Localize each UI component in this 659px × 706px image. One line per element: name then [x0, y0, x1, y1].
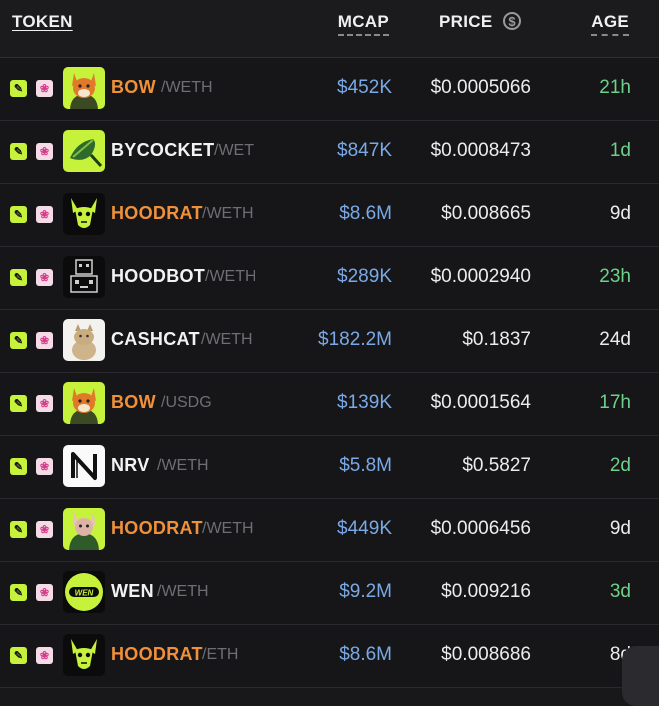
unicorn-dex-icon: ❀ — [36, 143, 53, 160]
pair-quote: /WETH — [205, 268, 255, 285]
token-symbol[interactable]: HOODRAT — [111, 644, 203, 665]
unicorn-dex-icon: ❀ — [36, 458, 53, 475]
quill-badge-icon: ✎ — [10, 584, 27, 601]
token-price: $0.008686 — [441, 644, 531, 665]
token-column-header[interactable]: TOKEN — [12, 12, 73, 32]
market-cap: $847K — [337, 140, 392, 161]
market-cap: $452K — [337, 77, 392, 98]
table-row[interactable]: ✎ ❀ NRV/WETH $5.8M $0.5827 2d — [0, 436, 659, 499]
token-age: 2d — [609, 455, 631, 476]
token-symbol[interactable]: NRV — [111, 455, 150, 476]
token-age: 9d — [609, 203, 631, 224]
unicorn-dex-icon: ❀ — [36, 521, 53, 538]
unicorn-dex-icon: ❀ — [36, 584, 53, 601]
table-row[interactable]: ✎ ❀ WEN WEN/WETH $9.2M $0.009216 3d — [0, 562, 659, 625]
unicorn-dex-icon: ❀ — [36, 332, 53, 349]
market-cap: $449K — [337, 518, 392, 539]
unicorn-dex-icon: ❀ — [36, 269, 53, 286]
table-row[interactable]: ✎ ❀ BYCOCKET/WET $847K $0.0008473 1d — [0, 121, 659, 184]
market-cap: $9.2M — [339, 581, 392, 602]
token-price: $0.0008473 — [430, 140, 531, 161]
quill-badge-icon: ✎ — [10, 80, 27, 97]
pair-quote: /WETH — [161, 79, 213, 96]
quill-badge-icon: ✎ — [10, 269, 27, 286]
pair-quote: /USDG — [161, 394, 212, 411]
token-age: 9d — [609, 518, 631, 539]
table-row[interactable]: ✎ ❀ HOODRAT/WETH $449K $0.0006456 9d — [0, 499, 659, 562]
token-price: $0.0001564 — [430, 392, 531, 413]
quill-badge-icon: ✎ — [10, 143, 27, 160]
table-row[interactable]: ✎ ❀ HOODBOT/WETH $289K $0.0002940 23h — [0, 247, 659, 310]
token-list: ✎ ❀ BOW/WETH $452K $0.0005066 21h ✎ ❀ BYCOCKET/W… — [0, 58, 659, 688]
token-symbol[interactable]: BYCOCKET — [111, 140, 214, 161]
token-price: $0.009216 — [441, 581, 531, 602]
market-cap: $139K — [337, 392, 392, 413]
token-symbol[interactable]: HOODRAT — [111, 518, 203, 539]
market-cap: $182.2M — [318, 329, 392, 350]
quill-badge-icon: ✎ — [10, 647, 27, 664]
nrv-logo-icon — [63, 445, 105, 487]
market-cap: $8.6M — [339, 203, 392, 224]
table-row[interactable]: ✎ ❀ BOW/USDG $139K $0.0001564 17h — [0, 373, 659, 436]
token-symbol[interactable]: WEN — [111, 581, 154, 602]
wen-coin-icon: WEN — [63, 571, 105, 613]
token-price: $0.0002940 — [430, 266, 531, 287]
table-row[interactable]: ✎ ❀ HOODRAT/WETH $8.6M $0.008665 9d — [0, 184, 659, 247]
table-row[interactable]: ✎ ❀ HOODRAT/ETH $8.6M $0.008686 8d — [0, 625, 659, 688]
token-symbol[interactable]: HOODBOT — [111, 266, 205, 287]
market-cap: $5.8M — [339, 455, 392, 476]
unicorn-dex-icon: ❀ — [36, 647, 53, 664]
token-age: 21h — [599, 77, 631, 98]
pair-quote: /WET — [214, 142, 254, 159]
quill-badge-icon: ✎ — [10, 206, 27, 223]
unicorn-dex-icon: ❀ — [36, 80, 53, 97]
pair-quote: /WETH — [202, 520, 254, 537]
token-symbol[interactable]: HOODRAT — [111, 203, 203, 224]
rat-skull-icon — [63, 193, 105, 235]
fox-hoodie-icon — [63, 67, 105, 109]
pair-quote: /WETH — [202, 205, 254, 222]
token-age: 23h — [599, 266, 631, 287]
quill-badge-icon: ✎ — [10, 332, 27, 349]
price-column-header[interactable]: PRICE — [439, 12, 492, 32]
token-symbol[interactable]: BOW — [111, 392, 156, 413]
token-age: 17h — [599, 392, 631, 413]
quill-badge-icon: ✎ — [10, 521, 27, 538]
fox-hoodie-icon — [63, 382, 105, 424]
market-cap: $8.6M — [339, 644, 392, 665]
scroll-corner — [622, 646, 659, 706]
pair-quote: /WETH — [201, 331, 253, 348]
green-feather-cap-icon — [63, 130, 105, 172]
pair-quote: /WETH — [157, 583, 209, 600]
token-price: $0.0005066 — [430, 77, 531, 98]
age-column-header[interactable]: AGE — [591, 12, 629, 36]
quill-badge-icon: ✎ — [10, 395, 27, 412]
table-row[interactable]: ✎ ❀ CASHCAT/WETH $182.2M $0.1837 24d — [0, 310, 659, 373]
token-price: $0.1837 — [462, 329, 531, 350]
table-header: TOKEN MCAP PRICE $ AGE — [0, 0, 659, 58]
unicorn-dex-icon: ❀ — [36, 206, 53, 223]
token-age: 1d — [609, 140, 631, 161]
pair-quote: /WETH — [157, 457, 209, 474]
unicorn-dex-icon: ❀ — [36, 395, 53, 412]
token-price: $0.5827 — [462, 455, 531, 476]
token-age: 3d — [609, 581, 631, 602]
token-age: 24d — [599, 329, 631, 350]
market-cap: $289K — [337, 266, 392, 287]
token-price: $0.0006456 — [430, 518, 531, 539]
currency-toggle-icon[interactable]: $ — [503, 12, 521, 30]
rat-hoodie-icon — [63, 508, 105, 550]
token-symbol[interactable]: BOW — [111, 77, 156, 98]
table-row[interactable]: ✎ ❀ BOW/WETH $452K $0.0005066 21h — [0, 58, 659, 121]
svg-text:WEN: WEN — [75, 589, 94, 598]
token-price: $0.008665 — [441, 203, 531, 224]
quill-badge-icon: ✎ — [10, 458, 27, 475]
pair-quote: /ETH — [202, 646, 239, 663]
token-symbol[interactable]: CASHCAT — [111, 329, 200, 350]
pixel-robot-icon — [63, 256, 105, 298]
mcap-column-header[interactable]: MCAP — [337, 12, 389, 36]
rat-skull-icon — [63, 634, 105, 676]
cat-photo-icon — [63, 319, 105, 361]
